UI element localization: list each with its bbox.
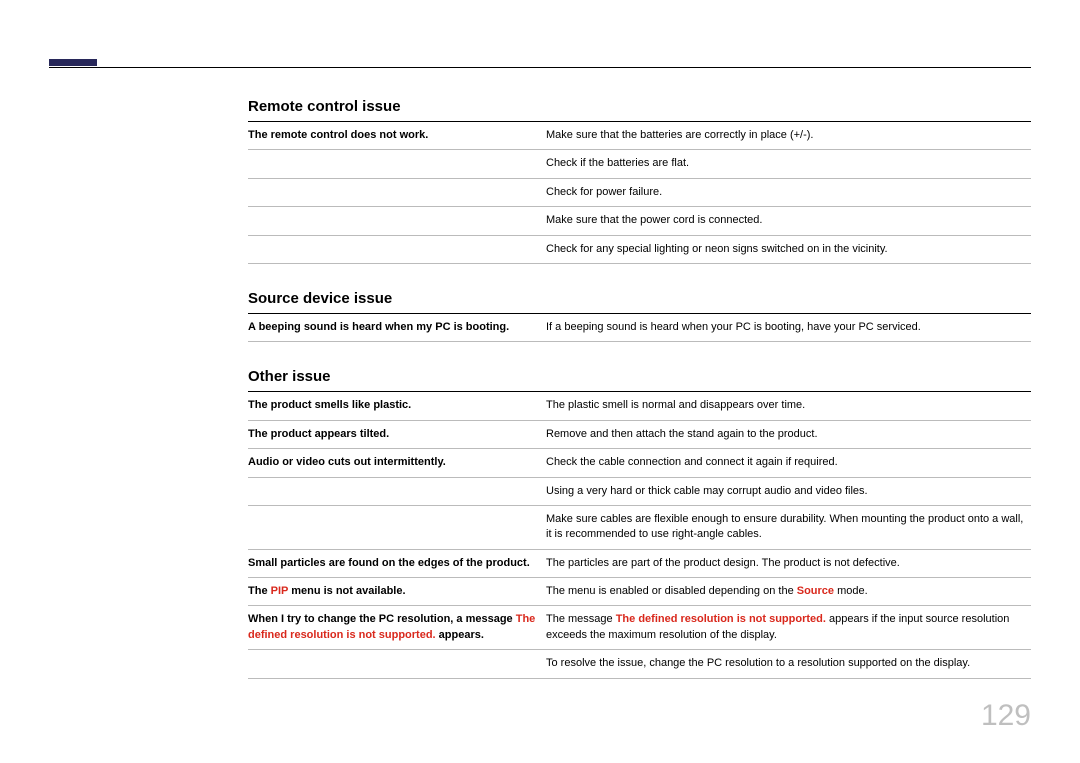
table-row: Make sure that the power cord is connect… xyxy=(248,207,1031,235)
row-value: Check the cable connection and connect i… xyxy=(546,455,1031,470)
page-number: 129 xyxy=(981,699,1031,733)
table-row: A beeping sound is heard when my PC is b… xyxy=(248,314,1031,342)
row-value: Make sure cables are flexible enough to … xyxy=(546,512,1031,543)
row-value: Check if the batteries are flat. xyxy=(546,156,1031,171)
text: mode. xyxy=(834,585,868,597)
header-rule xyxy=(49,67,1031,68)
row-value: Make sure that the power cord is connect… xyxy=(546,213,1031,228)
row-value: Remove and then attach the stand again t… xyxy=(546,427,1031,442)
row-value: The message The defined resolution is no… xyxy=(546,612,1031,643)
table-row: When I try to change the PC resolution, … xyxy=(248,606,1031,650)
row-label: Small particles are found on the edges o… xyxy=(248,556,546,571)
section-heading-remote: Remote control issue xyxy=(248,92,1031,122)
table-row: The remote control does not work. Make s… xyxy=(248,122,1031,150)
row-label: Audio or video cuts out intermittently. xyxy=(248,455,546,470)
row-label: The product appears tilted. xyxy=(248,427,546,442)
table-row: To resolve the issue, change the PC reso… xyxy=(248,650,1031,678)
row-value: If a beeping sound is heard when your PC… xyxy=(546,320,1031,335)
table-row: Audio or video cuts out intermittently. … xyxy=(248,449,1031,477)
row-value: The menu is enabled or disabled dependin… xyxy=(546,584,1031,599)
header-accent-bar xyxy=(49,59,97,66)
table-row: Check for power failure. xyxy=(248,179,1031,207)
table-row: The PIP menu is not available. The menu … xyxy=(248,578,1031,606)
row-label: A beeping sound is heard when my PC is b… xyxy=(248,320,546,335)
row-value: Make sure that the batteries are correct… xyxy=(546,128,1031,143)
row-label: When I try to change the PC resolution, … xyxy=(248,612,546,643)
row-value: The particles are part of the product de… xyxy=(546,556,1031,571)
highlight-text: PIP xyxy=(271,585,289,597)
highlight-text: The defined resolution is not supported. xyxy=(616,613,826,625)
row-value: Check for any special lighting or neon s… xyxy=(546,242,1031,257)
section-heading-other: Other issue xyxy=(248,362,1031,392)
row-value: The plastic smell is normal and disappea… xyxy=(546,398,1031,413)
table-row: The product appears tilted. Remove and t… xyxy=(248,421,1031,449)
text: appears. xyxy=(436,629,484,641)
text: The xyxy=(248,585,271,597)
row-value: Using a very hard or thick cable may cor… xyxy=(546,484,1031,499)
page-content: Remote control issue The remote control … xyxy=(248,92,1031,679)
row-label: The product smells like plastic. xyxy=(248,398,546,413)
table-row: Check if the batteries are flat. xyxy=(248,150,1031,178)
table-row: Check for any special lighting or neon s… xyxy=(248,236,1031,264)
text: The menu is enabled or disabled dependin… xyxy=(546,585,797,597)
text: When I try to change the PC resolution, … xyxy=(248,613,516,625)
table-row: The product smells like plastic. The pla… xyxy=(248,392,1031,420)
table-row: Using a very hard or thick cable may cor… xyxy=(248,478,1031,506)
row-value: Check for power failure. xyxy=(546,185,1031,200)
row-label: The remote control does not work. xyxy=(248,128,546,143)
text: menu is not available. xyxy=(288,585,405,597)
text: The message xyxy=(546,613,616,625)
table-row: Small particles are found on the edges o… xyxy=(248,550,1031,578)
highlight-text: Source xyxy=(797,585,834,597)
row-value: To resolve the issue, change the PC reso… xyxy=(546,656,1031,671)
table-row: Make sure cables are flexible enough to … xyxy=(248,506,1031,550)
section-heading-source: Source device issue xyxy=(248,284,1031,314)
row-label: The PIP menu is not available. xyxy=(248,584,546,599)
